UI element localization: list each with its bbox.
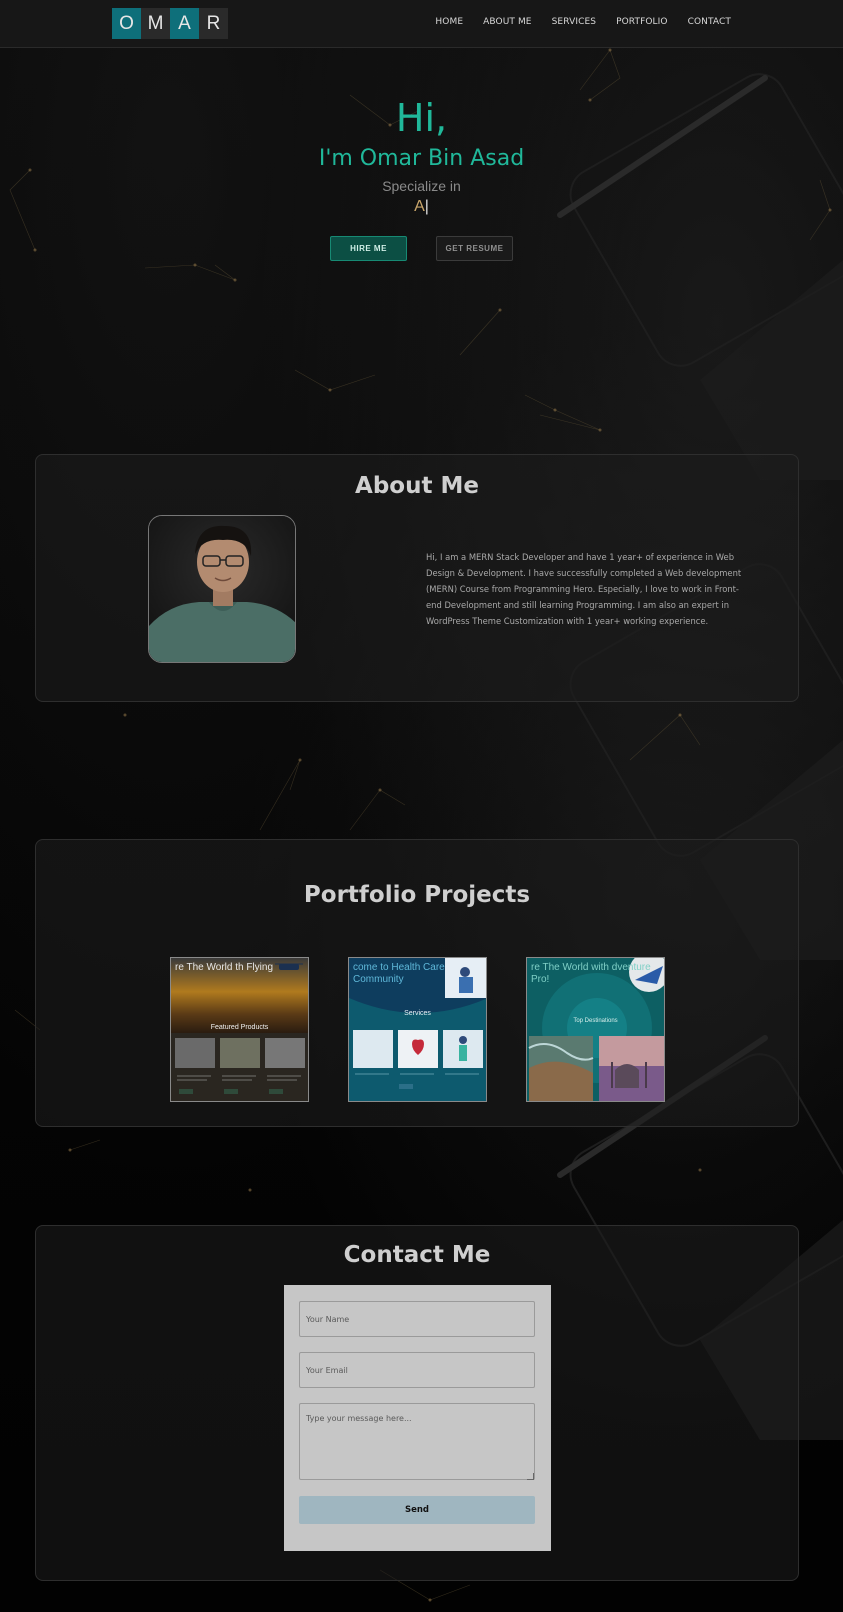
logo-letter-o: O [112, 8, 141, 39]
name-input[interactable] [299, 1301, 535, 1337]
project-card-drone[interactable]: re The World th Flying Featured Products [170, 957, 309, 1102]
hero-typed-text: A| [0, 198, 843, 216]
project-subheading: Featured Products [210, 1024, 269, 1031]
hero-section: Hi, I'm Omar Bin Asad Specialize in A| H… [0, 48, 843, 428]
portfolio-section: Portfolio Projects re The World th Flyin… [35, 839, 799, 1127]
project-card-health[interactable]: come to Health Care Community Services [348, 957, 487, 1102]
about-section: About Me Hi, I am a MERN Stack Developer… [35, 454, 799, 702]
logo-letter-a: A [170, 8, 199, 39]
nav-home[interactable]: HOME [435, 17, 463, 27]
project-subheading: Top Destinations [573, 1018, 618, 1024]
contact-section: Contact Me Send [35, 1225, 799, 1581]
navbar: O M A R HOME ABOUT ME SERVICES PORTFOLIO… [0, 0, 843, 48]
nav-about-me[interactable]: ABOUT ME [483, 17, 531, 27]
send-button[interactable]: Send [299, 1496, 535, 1524]
hero-greeting: Hi, [395, 96, 448, 140]
email-input[interactable] [299, 1352, 535, 1388]
profile-illustration [149, 516, 295, 662]
nav-links: HOME ABOUT ME SERVICES PORTFOLIO CONTACT [435, 17, 731, 27]
typing-caret: | [424, 198, 429, 215]
resize-grip-icon[interactable] [527, 1473, 534, 1480]
get-resume-button[interactable]: GET RESUME [436, 236, 513, 261]
contact-title: Contact Me [343, 1242, 491, 1268]
project-heading: re The World th Flying [175, 962, 274, 973]
nav-contact[interactable]: CONTACT [688, 17, 731, 27]
message-textarea[interactable] [299, 1403, 535, 1480]
project-card-adventure[interactable]: re The World with dventure Pro! Top Dest… [526, 957, 665, 1102]
contact-form: Send [284, 1285, 551, 1551]
portfolio-title: Portfolio Projects [303, 882, 531, 908]
hire-me-button[interactable]: HIRE ME [330, 236, 407, 261]
about-title: About Me [355, 473, 479, 499]
logo-letter-m: M [141, 8, 170, 39]
hero-name: I'm Omar Bin Asad [318, 146, 525, 171]
project-heading: come to Health Care Community [353, 962, 445, 985]
logo-letter-r: R [199, 8, 228, 39]
profile-photo [148, 515, 296, 663]
hero-typed-value: A [414, 198, 425, 215]
nav-services[interactable]: SERVICES [552, 17, 596, 27]
nav-portfolio[interactable]: PORTFOLIO [616, 17, 668, 27]
hero-specialize: Specialize in [382, 178, 461, 194]
about-text: Hi, I am a MERN Stack Developer and have… [426, 552, 742, 626]
logo[interactable]: O M A R [112, 8, 228, 39]
project-heading: re The World with dventure Pro! [531, 962, 651, 985]
project-subheading: Services [404, 1010, 431, 1017]
